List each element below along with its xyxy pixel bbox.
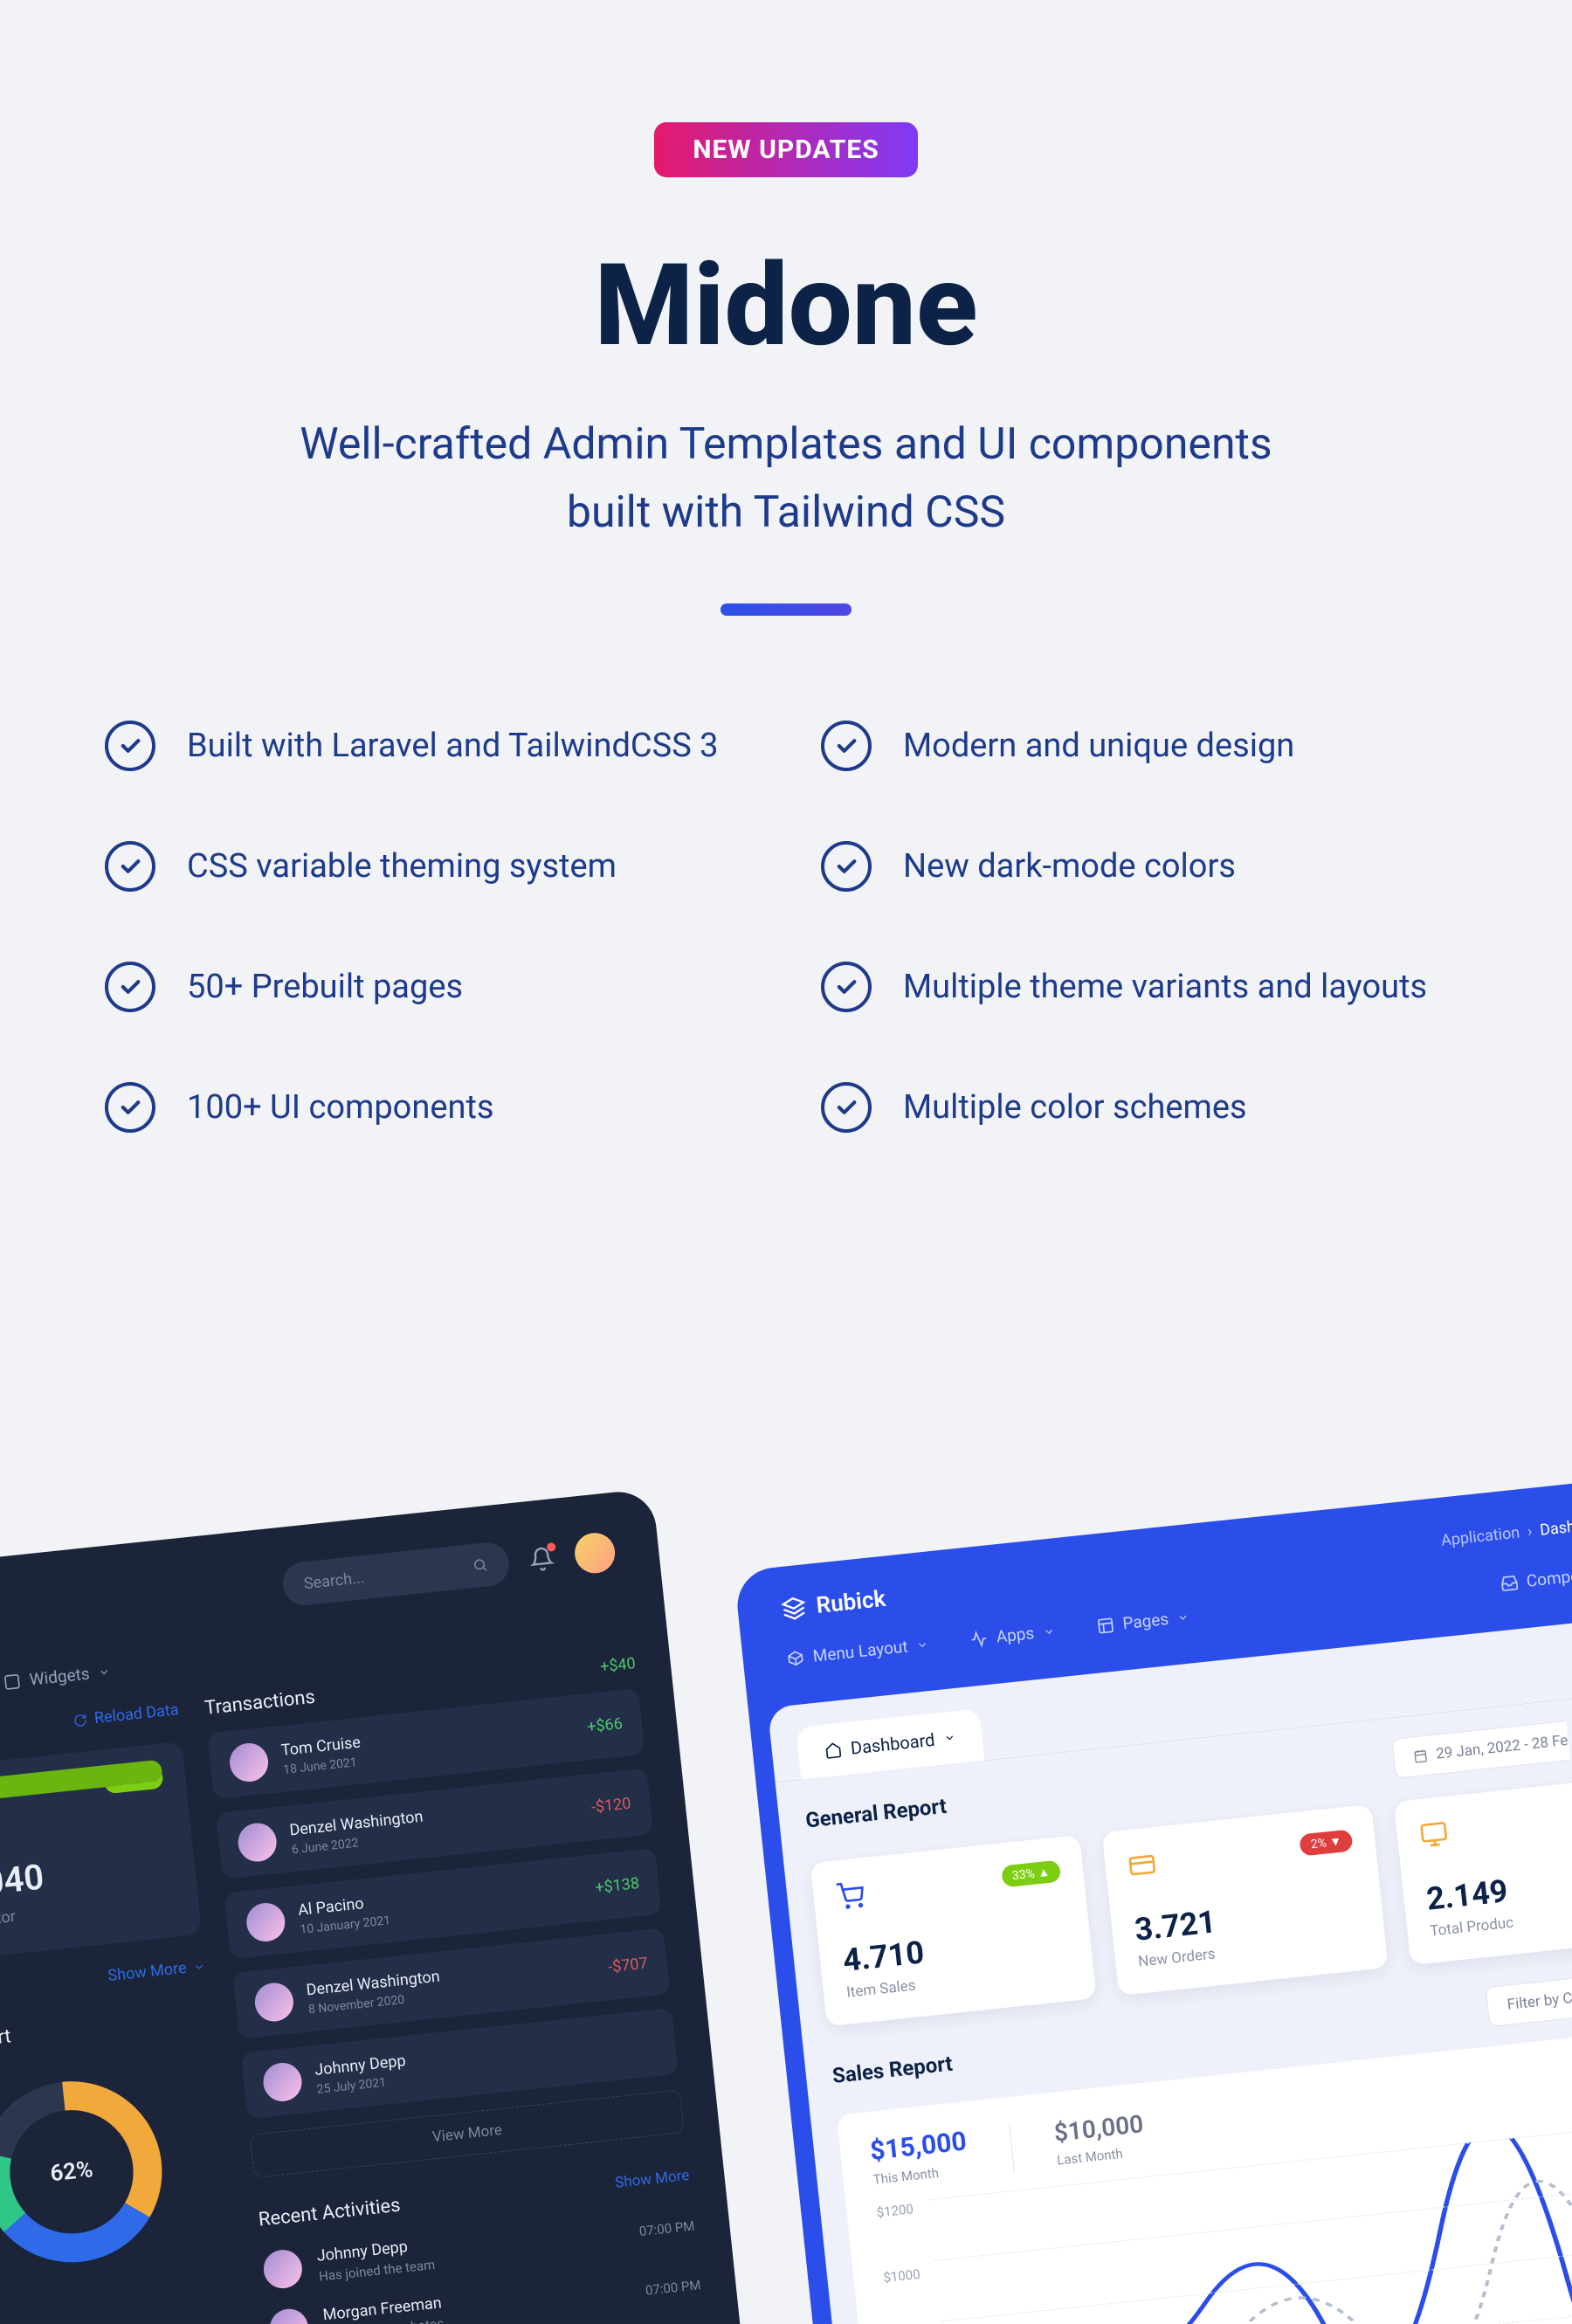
new-updates-badge: NEW UPDATES — [654, 122, 917, 177]
transaction-amount: +$138 — [594, 1874, 640, 1897]
check-icon — [105, 721, 155, 771]
transaction-amount: +$66 — [586, 1714, 624, 1736]
this-month-label: This Month — [872, 2162, 970, 2187]
check-icon — [821, 1082, 872, 1133]
avatar[interactable] — [573, 1531, 617, 1576]
avatar — [261, 2061, 303, 2103]
avatar — [268, 2307, 310, 2324]
feature-item: Modern and unique design — [821, 721, 1467, 771]
recent-activities-title: Recent Activities — [258, 2195, 402, 2231]
avatar — [245, 1901, 286, 1943]
feature-item: 50+ Prebuilt pages — [105, 962, 751, 1012]
chevron-down-icon — [1042, 1624, 1055, 1638]
check-icon — [821, 962, 872, 1012]
y-tick: $1000 — [883, 2266, 921, 2286]
stat-badge: 2% ▼ — [1300, 1829, 1354, 1856]
activity-time: 07:00 PM — [638, 2218, 695, 2240]
inbox-icon — [1500, 1573, 1519, 1592]
check-icon — [105, 1082, 155, 1133]
stat-value: 2.149 — [1424, 1860, 1572, 1918]
brand-logo[interactable]: Rubick — [780, 1586, 886, 1623]
layout-icon — [1096, 1616, 1115, 1635]
donut-percent: 62% — [0, 2061, 182, 2282]
transactions-title: Transactions — [203, 1686, 316, 1720]
avatar — [228, 1741, 270, 1783]
check-icon — [821, 841, 872, 892]
feature-text: Multiple theme variants and layouts — [903, 968, 1427, 1006]
nav-widgets[interactable]: Widgets — [3, 1661, 112, 1693]
nav-menu-layout[interactable]: Menu Layout — [786, 1634, 930, 1669]
sales-report-title: Sales Report — [0, 2004, 212, 2058]
avatar — [237, 1821, 279, 1863]
feature-text: CSS variable theming system — [187, 847, 617, 886]
nav-components[interactable]: Components — [1500, 1562, 1572, 1594]
feature-text: 100+ UI components — [187, 1088, 494, 1127]
last-month-value: $10,000 — [1052, 2109, 1144, 2148]
y-tick: $1200 — [876, 2201, 914, 2220]
transaction-amount: -$707 — [607, 1954, 648, 1976]
chevron-down-icon — [942, 1731, 955, 1744]
transaction-amount: -$120 — [590, 1794, 631, 1817]
layers-icon — [781, 1595, 808, 1622]
stat-icon — [1127, 1850, 1157, 1880]
feature-item: 100+ UI components — [105, 1082, 751, 1133]
stat-card[interactable]: 2% ▼ 3.721 New Orders — [1102, 1804, 1389, 1996]
breadcrumb[interactable]: Application › Dashboard — [1440, 1513, 1572, 1549]
feature-text: 50+ Prebuilt pages — [187, 968, 463, 1006]
feature-item: CSS variable theming system — [105, 841, 751, 892]
page-title: Midone — [0, 238, 1572, 372]
activity-time: 07:00 PM — [645, 2277, 701, 2299]
stat-icon — [835, 1880, 865, 1911]
calendar-icon — [1413, 1748, 1429, 1764]
filter-category[interactable]: Filter by Category — [1486, 1969, 1572, 2027]
feature-item: New dark-mode colors — [821, 841, 1467, 892]
feature-item: Multiple color schemes — [821, 1082, 1467, 1133]
chevron-down-icon — [916, 1638, 929, 1651]
feature-text: Multiple color schemes — [903, 1088, 1247, 1127]
preview-area: Search... Forms Widgets — [0, 1346, 1572, 2324]
home-icon — [824, 1741, 843, 1760]
notifications-icon[interactable] — [528, 1545, 555, 1572]
feature-item: Built with Laravel and TailwindCSS 3 — [105, 721, 751, 771]
general-report-title: General Report — [804, 1794, 948, 1833]
features-list: Built with Laravel and TailwindCSS 3 Mode… — [105, 721, 1467, 1133]
show-more-link[interactable]: Show More — [614, 2166, 690, 2191]
chevron-down-icon — [1176, 1610, 1189, 1624]
avatar — [253, 1981, 295, 2023]
check-icon — [821, 721, 872, 771]
sales-report-title: Sales Report — [831, 2052, 954, 2088]
chevron-down-icon — [98, 1665, 111, 1679]
search-icon — [472, 1556, 489, 1574]
light-dashboard-preview: Rubick Application › Dashboard Menu Layo… — [734, 1475, 1572, 2324]
show-more-link[interactable]: Show More — [0, 1957, 206, 2008]
nav-apps[interactable]: Apps — [969, 1621, 1056, 1650]
search-input[interactable]: Search... — [281, 1541, 512, 1608]
nav-pages[interactable]: Pages — [1095, 1606, 1190, 1636]
avatar — [262, 2248, 304, 2290]
this-month-value: $15,000 — [869, 2127, 969, 2167]
stat-card[interactable]: 2.149 Total Produc — [1394, 1776, 1572, 1965]
feature-text: New dark-mode colors — [903, 847, 1236, 886]
check-icon — [105, 962, 155, 1012]
last-month-label: Last Month — [1056, 2143, 1147, 2169]
transaction-amount: +$40 — [599, 1654, 637, 1676]
box-icon — [786, 1648, 805, 1667]
page-subtitle: Well-crafted Admin Templates and UI comp… — [0, 411, 1572, 547]
donut-chart: 62% — [0, 2061, 182, 2282]
feature-text: Modern and unique design — [903, 727, 1294, 765]
feature-text: Built with Laravel and TailwindCSS 3 — [187, 727, 719, 765]
feature-item: Multiple theme variants and layouts — [821, 962, 1467, 1012]
stat-icon — [1418, 1819, 1449, 1850]
stat-badge: 33% ▲ — [1001, 1860, 1062, 1888]
title-underline — [720, 603, 852, 616]
check-icon — [105, 841, 155, 892]
dark-dashboard-preview: Search... Forms Widgets — [0, 1488, 758, 2324]
date-range-picker[interactable]: 29 Jan, 2022 - 28 Feb, 2022 — [1391, 1714, 1572, 1779]
stat-card[interactable]: 33% ▲ 4.710 Item Sales — [810, 1835, 1097, 2026]
activity-icon — [969, 1629, 989, 1648]
